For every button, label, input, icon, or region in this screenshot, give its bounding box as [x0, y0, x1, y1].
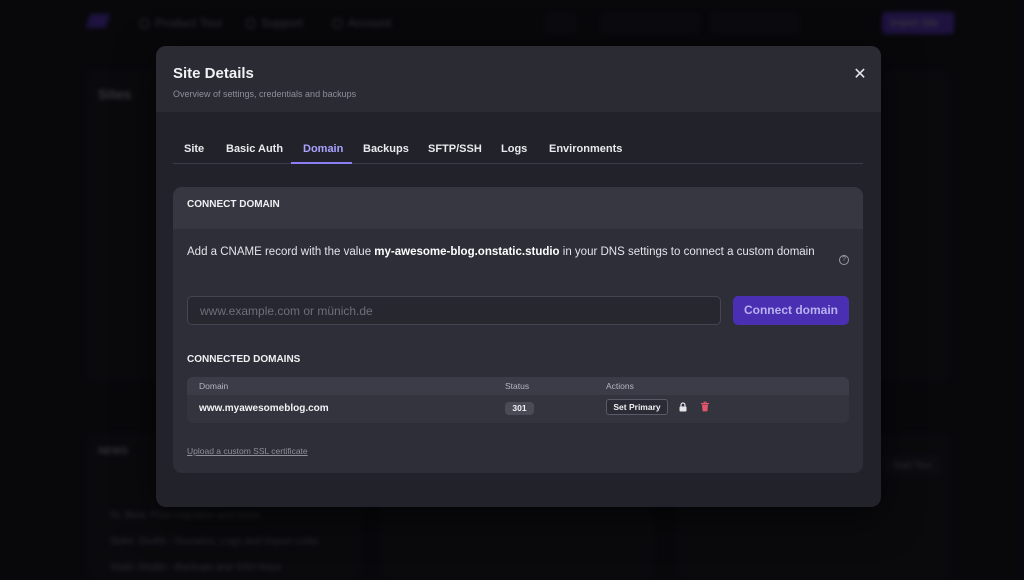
tab-sftp-ssh[interactable]: SFTP/SSH	[428, 143, 482, 155]
set-primary-button[interactable]: Set Primary	[606, 399, 668, 415]
status-badge: 301	[505, 402, 534, 415]
domain-panel: CONNECT DOMAIN Add a CNAME record with t…	[173, 187, 863, 473]
tab-environments[interactable]: Environments	[549, 143, 622, 155]
trash-icon[interactable]	[700, 401, 710, 412]
modal-title: Site Details	[173, 65, 254, 82]
tab-domain[interactable]: Domain	[303, 143, 343, 155]
lock-icon[interactable]	[678, 402, 688, 412]
connected-domains-heading: CONNECTED DOMAINS	[187, 354, 301, 365]
panel-header: CONNECT DOMAIN	[173, 187, 863, 229]
column-header-status: Status	[505, 381, 530, 391]
connected-domains-table: Domain Status Actions www.myawesomeblog.…	[187, 377, 849, 423]
help-icon[interactable]: ?	[839, 255, 849, 265]
site-details-modal: Site Details Overview of settings, crede…	[156, 46, 881, 507]
connect-domain-heading: CONNECT DOMAIN	[187, 199, 280, 210]
tab-bar: Site Basic Auth Domain Backups SFTP/SSH …	[173, 139, 863, 164]
modal-subtitle: Overview of settings, credentials and ba…	[173, 89, 357, 99]
table-header: Domain Status Actions	[187, 377, 849, 395]
connect-domain-button[interactable]: Connect domain	[733, 296, 849, 325]
close-icon[interactable]: ✕	[851, 66, 869, 84]
domain-cell: www.myawesomeblog.com	[199, 403, 329, 414]
tab-site[interactable]: Site	[184, 143, 204, 155]
cname-value: my-awesome-blog.onstatic.studio	[374, 246, 560, 258]
active-tab-indicator	[291, 162, 352, 164]
tab-logs[interactable]: Logs	[501, 143, 527, 155]
tab-basic-auth[interactable]: Basic Auth	[226, 143, 283, 155]
column-header-domain: Domain	[199, 381, 229, 391]
tab-backups[interactable]: Backups	[363, 143, 409, 155]
desc-prefix: Add a CNAME record with the value	[187, 246, 375, 258]
column-header-actions: Actions	[606, 381, 634, 391]
upload-ssl-link[interactable]: Upload a custom SSL certificate	[187, 446, 308, 456]
modal-header: Site Details Overview of settings, crede…	[156, 46, 881, 112]
cname-instructions: Add a CNAME record with the value my-awe…	[187, 244, 827, 261]
domain-input[interactable]	[187, 296, 721, 325]
desc-suffix: in your DNS settings to connect a custom…	[559, 246, 815, 258]
